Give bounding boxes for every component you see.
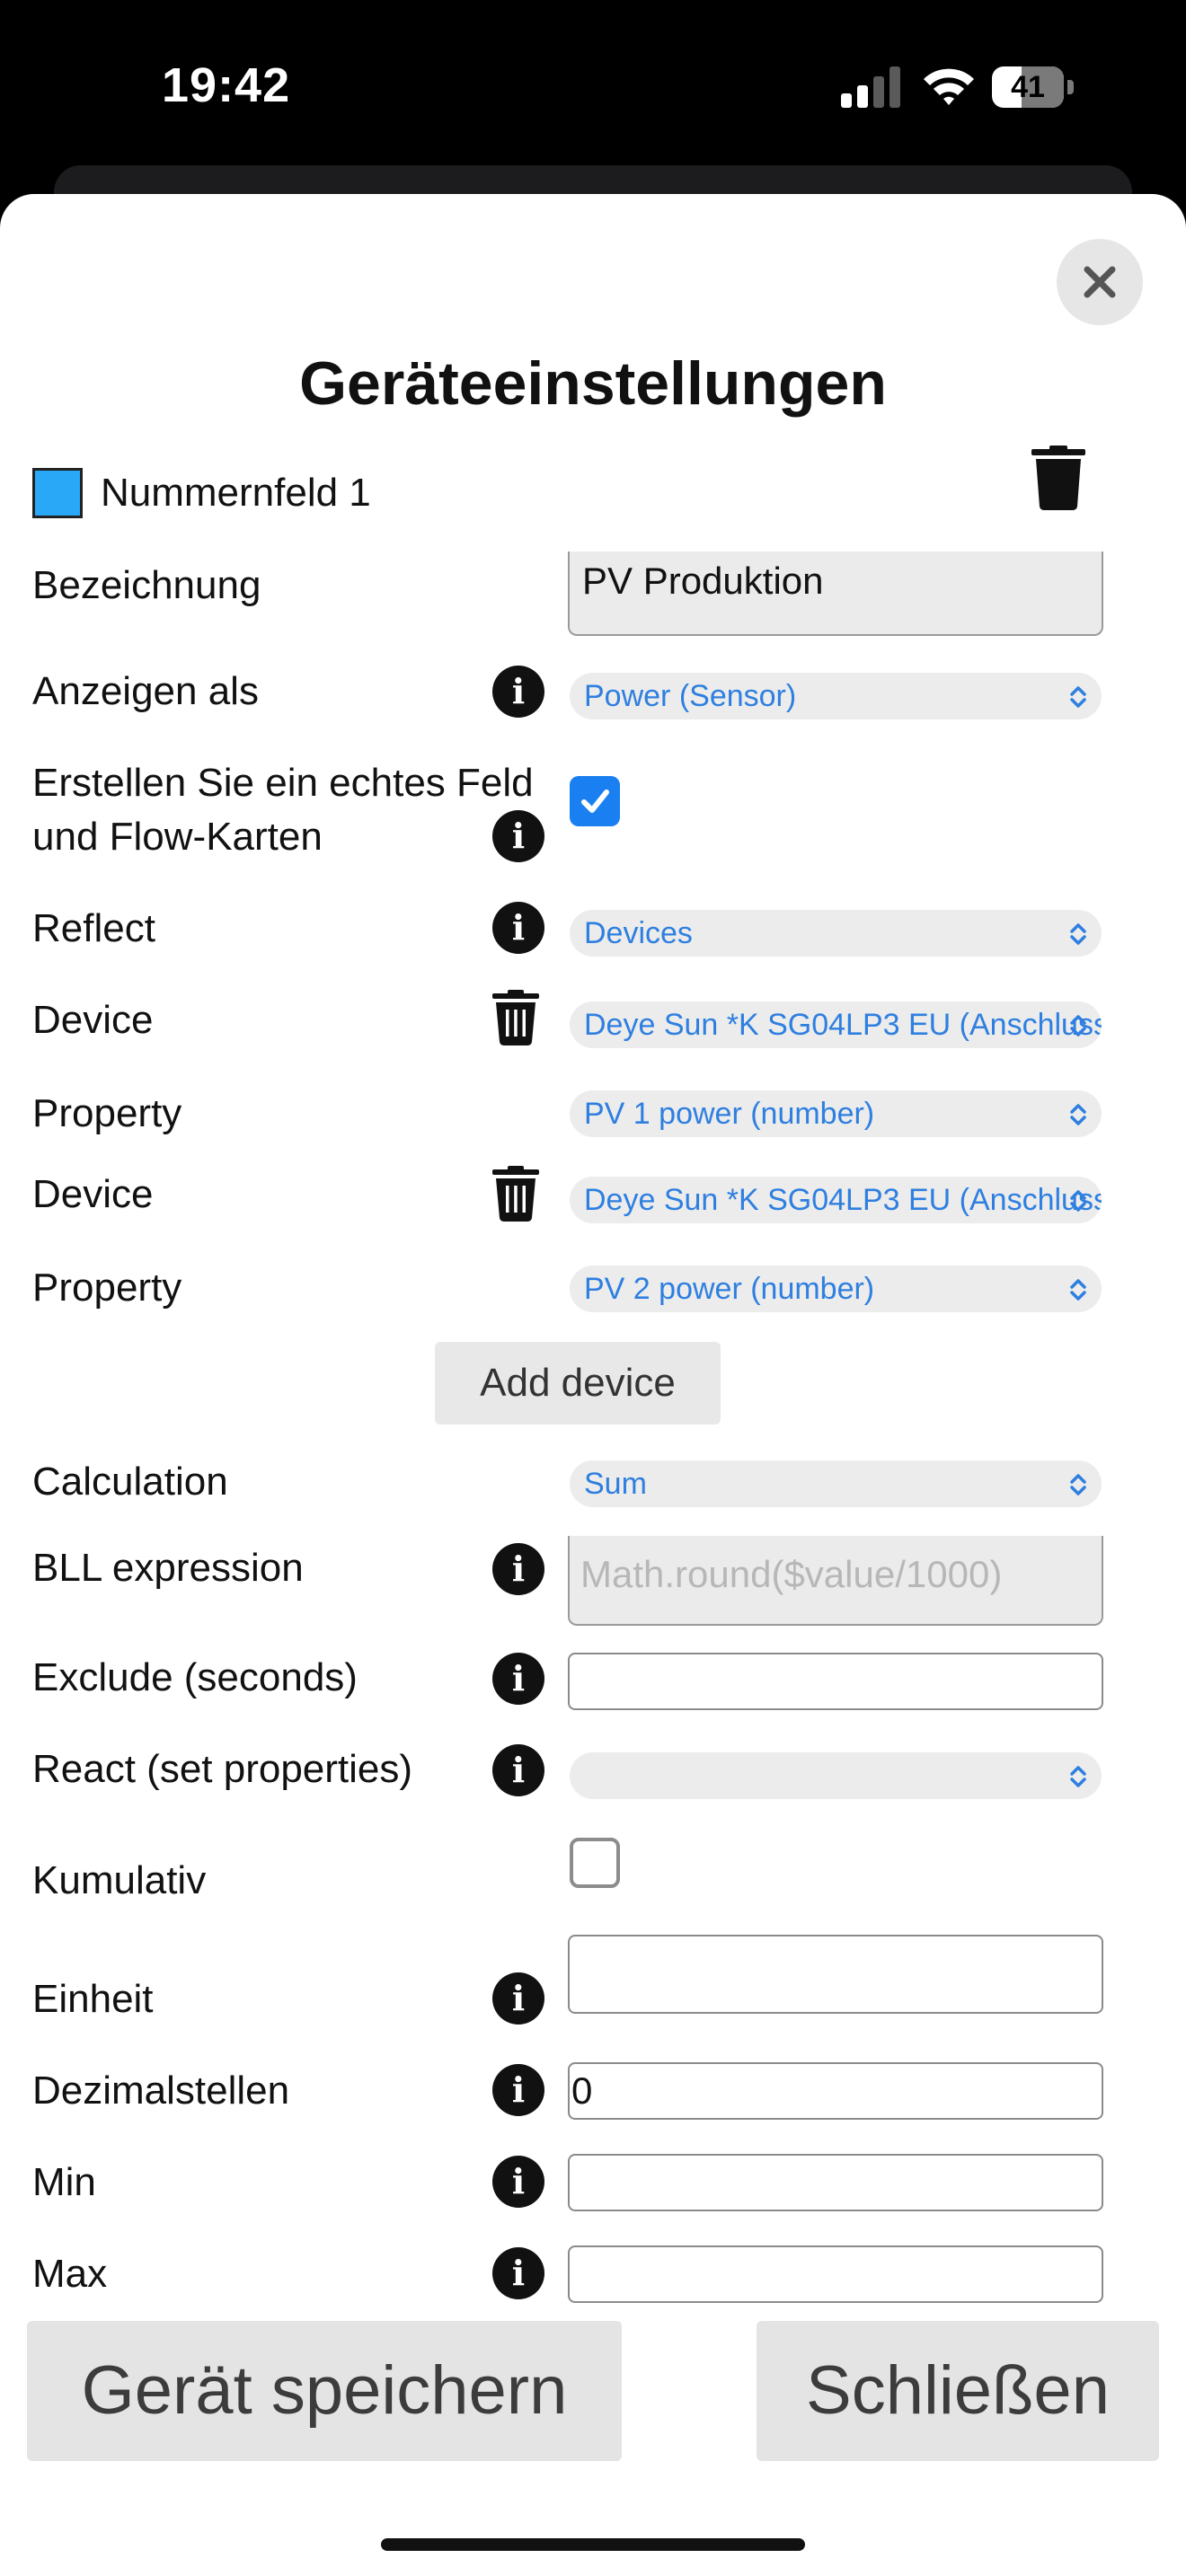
kumulativ-checkbox[interactable] xyxy=(570,1838,620,1888)
chevron-up-down-icon xyxy=(1070,923,1086,945)
battery-icon: 41 xyxy=(992,66,1075,108)
label-kumulativ: Kumulativ xyxy=(32,1858,207,1902)
label-bezeichnung: Bezeichnung xyxy=(32,563,261,607)
save-device-button[interactable]: Gerät speichern xyxy=(27,2321,622,2461)
close-button[interactable] xyxy=(1057,239,1143,325)
modal-title: Geräteeinstellungen xyxy=(299,349,887,418)
label-calculation: Calculation xyxy=(32,1460,228,1504)
status-time: 19:42 xyxy=(162,58,291,112)
info-icon[interactable]: i xyxy=(492,2156,544,2208)
property-select[interactable]: PV 2 power (number) xyxy=(570,1266,1102,1312)
info-icon[interactable]: i xyxy=(492,810,544,862)
device-value: Deye Sun *K SG04LP3 EU (Anschluss) xyxy=(584,1008,1102,1042)
bll-expression-placeholder: Math.round($value/1000) xyxy=(580,1553,1003,1595)
max-input[interactable] xyxy=(568,2245,1103,2303)
label-react-set-properties: React (set properties) xyxy=(32,1747,413,1791)
battery-percent: 41 xyxy=(1011,70,1045,104)
chevron-up-down-icon xyxy=(1070,1015,1086,1037)
dezimalstellen-input[interactable]: 0 xyxy=(568,2062,1103,2120)
chevron-up-down-icon xyxy=(1070,686,1086,708)
calculation-select[interactable]: Sum xyxy=(570,1460,1102,1507)
device-select[interactable]: Deye Sun *K SG04LP3 EU (Anschluss) xyxy=(570,1177,1102,1223)
label-min: Min xyxy=(32,2160,96,2204)
info-icon[interactable]: i xyxy=(492,2247,544,2299)
checkmark-icon xyxy=(581,790,609,813)
chevron-up-down-icon xyxy=(1070,1190,1086,1212)
label-max: Max xyxy=(32,2252,108,2296)
remove-device-trash-icon[interactable] xyxy=(492,1166,539,1222)
info-icon[interactable]: i xyxy=(492,1972,544,2025)
property-select[interactable]: PV 1 power (number) xyxy=(570,1090,1102,1137)
info-icon[interactable]: i xyxy=(492,1653,544,1705)
bll-expression-input[interactable]: Math.round($value/1000) xyxy=(568,1536,1103,1626)
label-erstellen-line1: Erstellen Sie ein echtes Feld xyxy=(32,761,534,805)
widget-color-swatch[interactable] xyxy=(32,468,83,518)
label-exclude-seconds: Exclude (seconds) xyxy=(32,1655,358,1699)
exclude-seconds-input[interactable] xyxy=(568,1653,1103,1710)
device-value: Deye Sun *K SG04LP3 EU (Anschluss) xyxy=(584,1183,1102,1217)
label-einheit: Einheit xyxy=(32,1977,154,2021)
property-value: PV 1 power (number) xyxy=(584,1097,875,1131)
label-property: Property xyxy=(32,1091,182,1135)
label-anzeigen-als: Anzeigen als xyxy=(32,669,259,713)
label-bll-expression: BLL expression xyxy=(32,1546,304,1590)
close-modal-button[interactable]: Schließen xyxy=(757,2321,1159,2461)
chevron-up-down-icon xyxy=(1070,1104,1086,1125)
widget-name: Nummernfeld 1 xyxy=(101,471,371,515)
status-bar: 19:42 41 xyxy=(0,0,1186,171)
min-input[interactable] xyxy=(568,2154,1103,2211)
label-reflect: Reflect xyxy=(32,906,155,950)
cellular-signal-icon xyxy=(841,66,900,108)
label-dezimalstellen: Dezimalstellen xyxy=(32,2069,290,2113)
device-select[interactable]: Deye Sun *K SG04LP3 EU (Anschluss) xyxy=(570,1001,1102,1048)
wifi-icon xyxy=(924,68,974,105)
label-erstellen-line2: und Flow-Karten xyxy=(32,815,323,859)
bezeichnung-input[interactable]: PV Produktion xyxy=(568,551,1103,636)
info-icon[interactable]: i xyxy=(492,666,544,718)
property-value: PV 2 power (number) xyxy=(584,1272,875,1306)
calculation-value: Sum xyxy=(584,1467,647,1501)
anzeigen-als-value: Power (Sensor) xyxy=(584,679,797,713)
info-icon[interactable]: i xyxy=(492,1744,544,1796)
info-icon[interactable]: i xyxy=(492,1543,544,1595)
anzeigen-als-select[interactable]: Power (Sensor) xyxy=(570,673,1102,719)
react-select[interactable] xyxy=(570,1752,1102,1799)
chevron-up-down-icon xyxy=(1070,1279,1086,1301)
delete-widget-trash-icon[interactable] xyxy=(1031,446,1085,510)
chevron-up-down-icon xyxy=(1070,1474,1086,1495)
close-icon xyxy=(1084,266,1116,298)
bezeichnung-value: PV Produktion xyxy=(582,560,824,602)
add-device-button[interactable]: Add device xyxy=(435,1342,721,1425)
home-indicator[interactable] xyxy=(381,2538,805,2551)
info-icon[interactable]: i xyxy=(492,2064,544,2116)
reflect-value: Devices xyxy=(584,916,693,950)
reflect-select[interactable]: Devices xyxy=(570,910,1102,957)
einheit-input[interactable] xyxy=(568,1935,1103,2014)
chevron-up-down-icon xyxy=(1070,1766,1086,1787)
label-device: Device xyxy=(32,1172,154,1216)
label-property: Property xyxy=(32,1266,182,1310)
remove-device-trash-icon[interactable] xyxy=(492,990,539,1045)
dezimalstellen-value: 0 xyxy=(571,2069,593,2112)
info-icon[interactable]: i xyxy=(492,902,544,954)
erstellen-checkbox[interactable] xyxy=(570,776,620,826)
label-device: Device xyxy=(32,998,154,1042)
